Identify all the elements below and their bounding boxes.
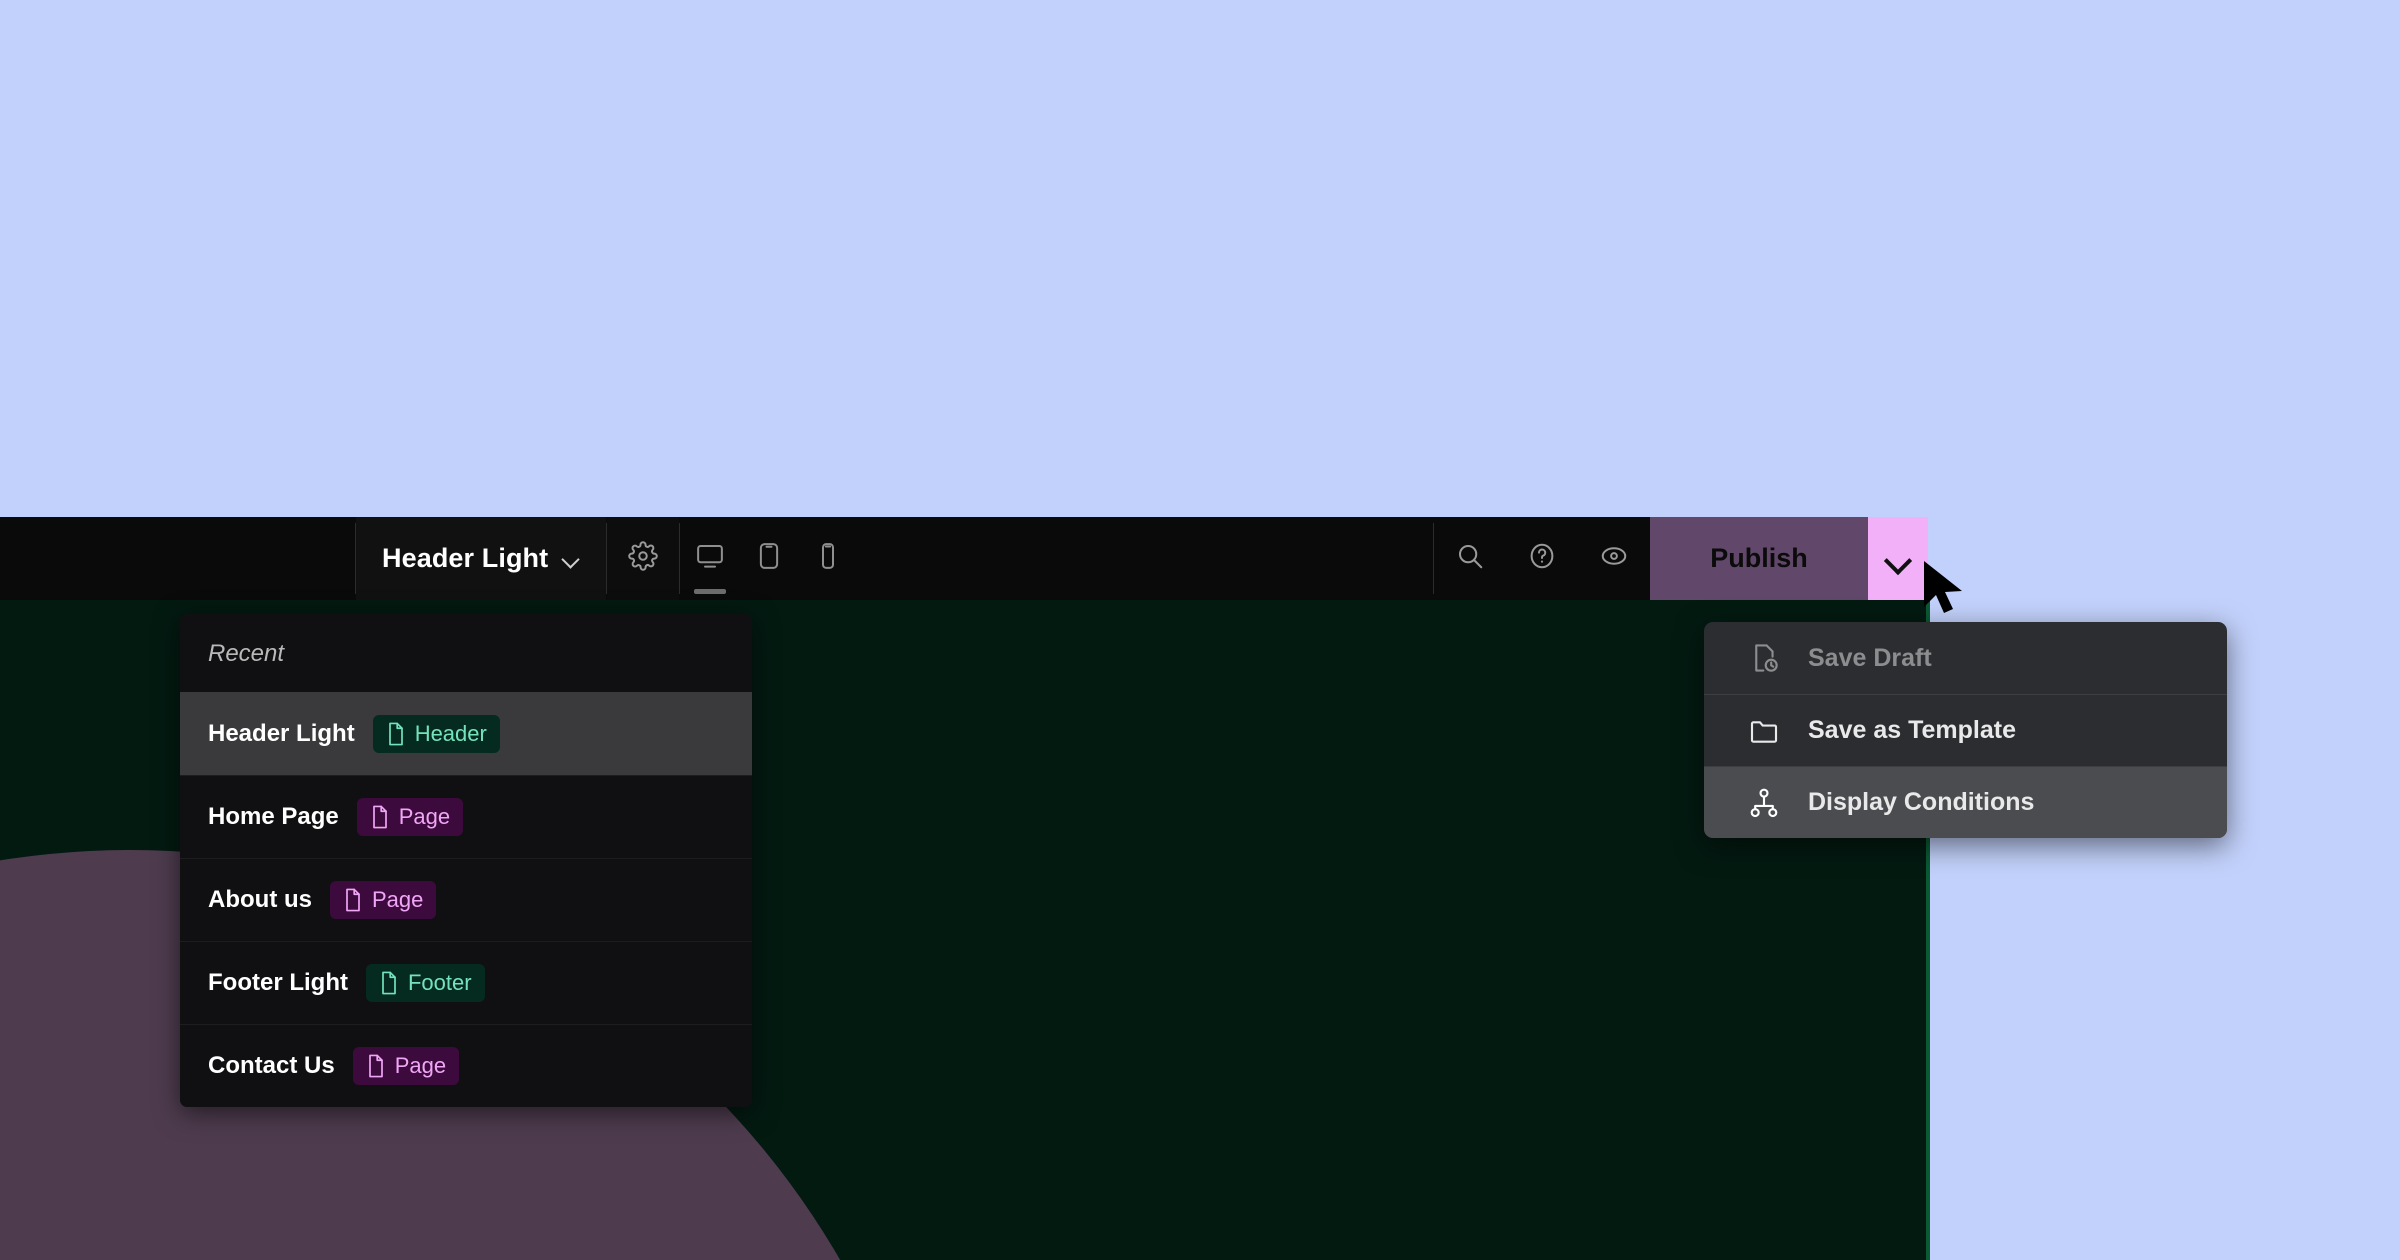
recent-item-label: Footer Light — [208, 969, 348, 996]
recent-item-badge: Page — [352, 1047, 460, 1085]
help-button[interactable] — [1506, 517, 1578, 600]
editor-toolbar: Header Light Publish — [0, 517, 1928, 600]
recent-item-badge-label: Footer — [407, 970, 472, 995]
toolbar-flex-spacer — [857, 517, 1433, 600]
preview-button[interactable] — [1578, 517, 1650, 600]
recent-item-label: Contact Us — [208, 1052, 335, 1079]
device-desktop-button[interactable] — [680, 517, 739, 600]
recent-item-badge: Header — [372, 715, 500, 753]
menu-item-save-as-template[interactable]: Save as Template — [1704, 694, 2227, 766]
recent-item-about-us[interactable]: About us Page — [180, 858, 752, 941]
question-circle-icon — [1527, 541, 1557, 576]
document-icon — [386, 722, 406, 746]
sitemap-icon — [1748, 787, 1780, 819]
menu-item-label: Save as Template — [1808, 716, 2016, 744]
recent-item-home-page[interactable]: Home Page Page — [180, 775, 752, 858]
device-tablet-button[interactable] — [739, 517, 798, 600]
recent-item-label: Header Light — [208, 720, 355, 747]
document-icon — [379, 971, 399, 995]
document-title-label: Header Light — [382, 543, 549, 573]
recent-documents-dropdown: Recent Header Light Header Home Page Pag… — [180, 614, 752, 1107]
desktop-icon — [695, 541, 725, 576]
recent-item-badge: Page — [329, 881, 437, 919]
settings-button[interactable] — [607, 517, 680, 600]
recent-section-heading: Recent — [208, 640, 285, 667]
recent-item-badge: Footer — [365, 964, 485, 1002]
document-icon — [370, 805, 390, 829]
publish-button[interactable]: Publish — [1650, 517, 1868, 600]
recent-item-contact-us[interactable]: Contact Us Page — [180, 1024, 752, 1107]
chevron-down-icon — [562, 550, 580, 568]
tablet-icon — [754, 541, 784, 576]
menu-item-display-conditions[interactable]: Display Conditions — [1704, 766, 2227, 838]
menu-item-label: Display Conditions — [1808, 788, 2035, 816]
document-icon — [366, 1054, 386, 1078]
mobile-icon — [813, 541, 843, 576]
recent-item-badge-label: Page — [394, 1053, 447, 1078]
document-title-dropdown[interactable]: Header Light — [356, 517, 607, 600]
mouse-pointer-icon — [1922, 559, 1968, 621]
recent-item-footer-light[interactable]: Footer Light Footer — [180, 941, 752, 1024]
recent-item-badge: Page — [356, 798, 464, 836]
folder-icon — [1748, 715, 1780, 747]
search-icon — [1455, 541, 1485, 576]
search-button[interactable] — [1434, 517, 1506, 600]
recent-item-badge-label: Header — [414, 721, 487, 746]
recent-item-label: About us — [208, 886, 312, 913]
menu-item-label: Save Draft — [1808, 643, 1932, 672]
document-icon — [343, 888, 363, 912]
publish-options-menu: Save Draft Save as Template Display Cond… — [1704, 622, 2227, 838]
publish-button-label: Publish — [1710, 543, 1808, 573]
device-switcher — [680, 517, 858, 600]
menu-item-save-draft[interactable]: Save Draft — [1704, 622, 2227, 694]
screen-root: Header Light Publish Recent Header Light… — [0, 0, 2400, 1260]
chevron-down-icon — [1885, 546, 1911, 572]
eye-icon — [1599, 541, 1629, 576]
recent-item-label: Home Page — [208, 803, 339, 830]
publish-dropdown-toggle[interactable] — [1868, 517, 1928, 600]
device-mobile-button[interactable] — [798, 517, 857, 600]
gear-icon — [628, 541, 658, 576]
recent-item-badge-label: Page — [398, 804, 451, 829]
document-clock-icon — [1748, 642, 1780, 674]
recent-item-header-light[interactable]: Header Light Header — [180, 692, 752, 775]
toolbar-actions — [1434, 517, 1650, 600]
recent-item-badge-label: Page — [371, 887, 424, 912]
toolbar-left-spacer — [0, 517, 355, 600]
